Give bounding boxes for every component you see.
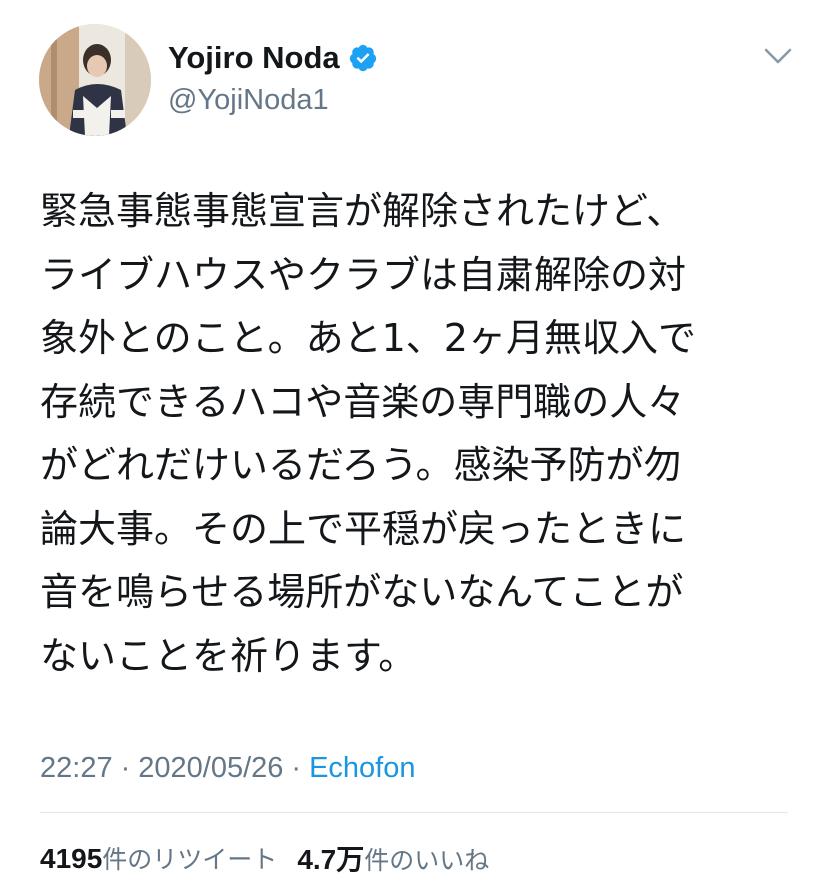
tweet-meta: 22:27 · 2020/05/26 · Echofon bbox=[40, 748, 416, 788]
author-name-row[interactable]: Yojiro Noda bbox=[168, 36, 378, 80]
avatar[interactable] bbox=[39, 24, 151, 136]
retweet-count: 4195 bbox=[40, 843, 103, 874]
tweet-text: 緊急事態事態宣言が解除されたけど、 ライブハウスやクラブは自粛解除の対 象外との… bbox=[40, 189, 696, 678]
engagement-stats: 4195件のリツイート 4.7万件のいいね bbox=[40, 838, 489, 878]
like-count: 4.7万 bbox=[297, 844, 365, 875]
verified-badge-icon bbox=[349, 44, 376, 72]
like-stat[interactable]: 4.7万件のいいね bbox=[297, 838, 489, 878]
divider bbox=[40, 812, 788, 813]
author-handle[interactable]: @YojiNoda1 bbox=[168, 84, 329, 117]
meta-separator: · bbox=[120, 751, 131, 784]
retweet-stat[interactable]: 4195件のリツイート bbox=[40, 840, 277, 876]
like-label: 件のいいね bbox=[364, 846, 490, 875]
tweet-source-link[interactable]: Echofon bbox=[309, 752, 415, 785]
retweet-label: 件のリツイート bbox=[102, 845, 278, 874]
display-name[interactable]: Yojiro Noda bbox=[168, 40, 340, 76]
profile-photo-icon bbox=[39, 24, 151, 136]
tweet-time[interactable]: 22:27 bbox=[40, 752, 113, 785]
meta-separator: · bbox=[291, 751, 302, 784]
tweet-date[interactable]: 2020/05/26 bbox=[138, 752, 283, 785]
tweet-detail: Yojiro Noda @YojiNoda1 緊急事態事態宣言が解除されたけど、… bbox=[0, 0, 828, 890]
chevron-down-icon[interactable] bbox=[762, 44, 794, 68]
